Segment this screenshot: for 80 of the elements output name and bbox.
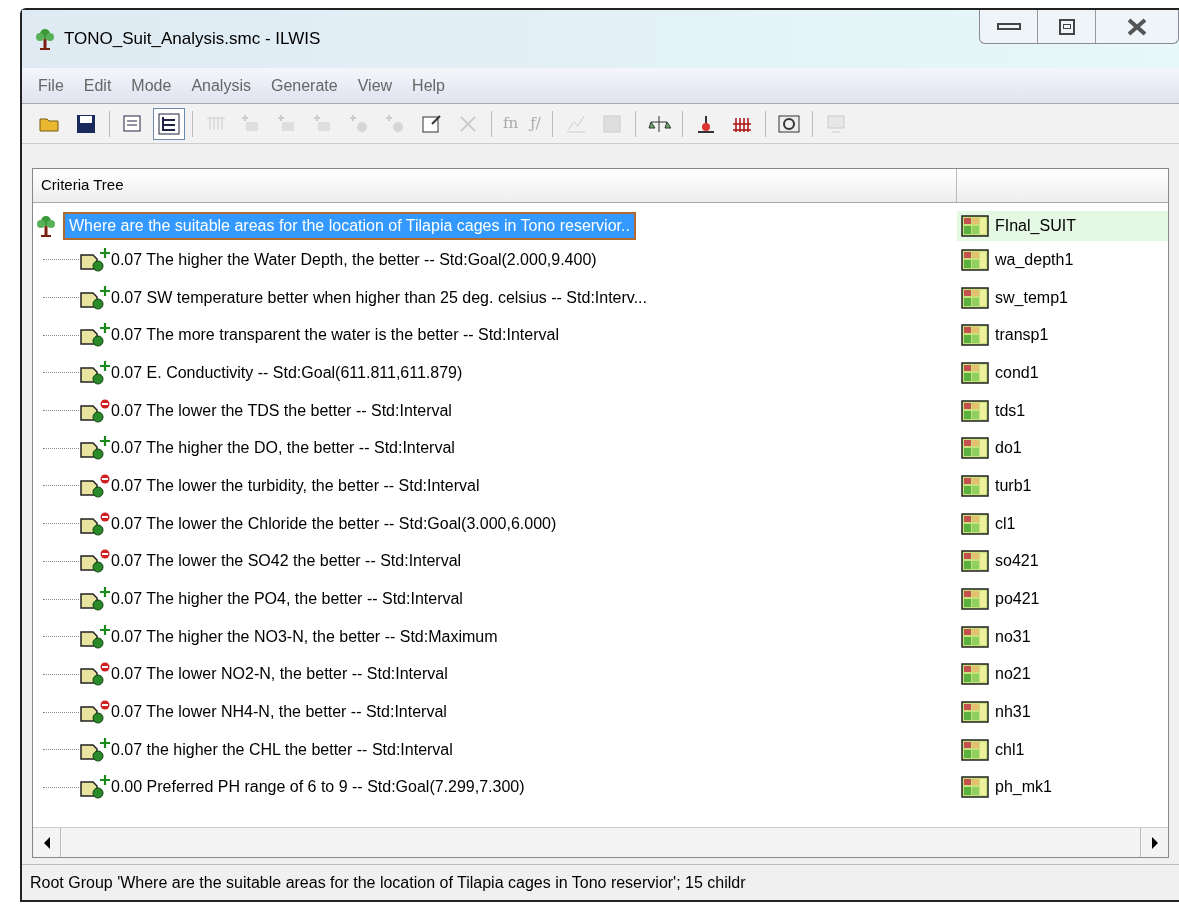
criterion-label[interactable]: 0.07 The lower NH4-N, the better -- Std:Interval [111,700,447,725]
raster-map-icon [961,474,989,497]
horizontal-scrollbar[interactable] [33,827,1168,857]
raster-map-icon [961,324,989,347]
map-name: cond1 [995,362,1039,383]
criterion-label[interactable]: 0.07 The higher the NO3-N, the better -- Std:Maximum [111,624,498,649]
menu-item[interactable]: File [38,73,64,98]
criterion-label[interactable]: 0.07 E. Conductivity -- Std:Goal(611.811,611.879) [111,360,463,385]
map-name: so421 [995,551,1039,572]
criterion-label[interactable]: 0.07 The higher the Water Depth, the better -- Std:Goal(2.000,9.400) [111,247,597,272]
menu-item[interactable]: Mode [131,73,172,98]
raster-map-icon [961,215,989,237]
criterion-plus-icon [79,359,111,386]
criterion-label[interactable]: 0.00 Preferred PH range of 6 to 9 -- Std:Goal(7.299,7.300) [111,775,525,800]
criterion-plus-icon [79,435,111,462]
criterion-minus-icon [79,548,111,575]
map-name: ph_mk1 [995,777,1052,798]
criterion-label[interactable]: 0.07 The lower the Chloride the better -- Std:Goal(3.000,6.000) [111,511,557,536]
menu-item[interactable]: Generate [270,73,338,98]
app-tree-icon [34,27,56,51]
map-name: sw_temp1 [995,287,1068,308]
map-name: no31 [995,626,1031,647]
criterion-plus-icon [79,246,111,273]
map-name: transp1 [995,325,1049,346]
maximize-icon [1058,18,1075,35]
criterion-plus-icon [79,322,111,349]
map-name: tds1 [995,400,1026,421]
raster-map-icon [961,248,989,271]
map-name: turb1 [995,475,1032,496]
criterion-plus-icon [79,774,111,801]
criterion-plus-icon [79,284,111,311]
root-tree-icon [35,214,57,238]
criterion-label[interactable]: 0.07 The higher the DO, the better -- Std:Interval [111,436,455,461]
criterion-label[interactable]: 0.07 The lower the SO42 the better -- Std:Interval [111,549,462,574]
map-name: no21 [995,664,1031,685]
menu-item[interactable]: Edit [83,73,112,98]
criterion-label[interactable]: 0.07 The lower the turbidity, the better -- Std:Interval [111,473,480,498]
criterion-minus-icon [79,472,111,499]
raster-map-icon [961,399,989,422]
criterion-minus-icon [79,661,111,688]
criterion-minus-icon [79,699,111,726]
criterion-plus-icon [79,736,111,763]
raster-map-icon [961,625,989,648]
tree-icon [157,111,181,136]
criterion-minus-icon [79,510,111,537]
criterion-label[interactable]: 0.07 The more transparent the water is the better -- Std:Interval [111,323,559,348]
map-name: chl1 [995,739,1025,760]
raster-map-icon [961,550,989,573]
criterion-plus-icon [79,623,111,650]
map-name: do1 [995,438,1022,459]
raster-map-icon [961,776,989,799]
left-arrow-icon [42,836,51,849]
map-name: wa_depth1 [995,249,1074,270]
raster-map-icon [961,663,989,686]
map-name: po421 [995,589,1040,610]
criterion-minus-icon [79,397,111,424]
raster-map-icon [961,361,989,384]
criterion-label[interactable]: 0.07 The lower NO2-N, the better -- Std:Interval [111,662,448,687]
criterion-plus-icon [79,586,111,613]
status-text: Root Group 'Where are the suitable areas for the location of Tilapia cages in Tono reservior'; 15 childr [30,872,746,893]
window-title: TONO_Suit_Analysis.smc - ILWIS [64,28,321,51]
raster-map-icon [961,701,989,724]
menu-item[interactable]: Analysis [191,73,251,98]
menu-item[interactable]: Help [412,73,445,98]
map-name: FInal_SUIT [995,216,1076,236]
menu-item[interactable]: View [357,73,393,98]
criterion-label[interactable]: 0.07 SW temperature better when higher than 25 deg. celsius -- Std:Interv... [111,285,647,310]
criterion-label[interactable]: 0.07 The lower the TDS the better -- Std:Interval [111,398,452,423]
criterion-label[interactable]: 0.07 the higher the CHL the better -- Std:Interval [111,737,453,762]
raster-map-icon [961,512,989,535]
raster-map-icon [961,588,989,611]
tree-tool-button[interactable] [153,107,185,140]
raster-map-icon [961,437,989,460]
map-name: nh31 [995,702,1031,723]
minimize-icon [996,23,1021,30]
right-arrow-icon [1150,836,1159,849]
raster-map-icon [961,738,989,761]
map-name: cl1 [995,513,1016,534]
criterion-label[interactable]: 0.07 The higher the PO4, the better -- Std:Interval [111,587,463,612]
raster-map-icon [961,286,989,309]
